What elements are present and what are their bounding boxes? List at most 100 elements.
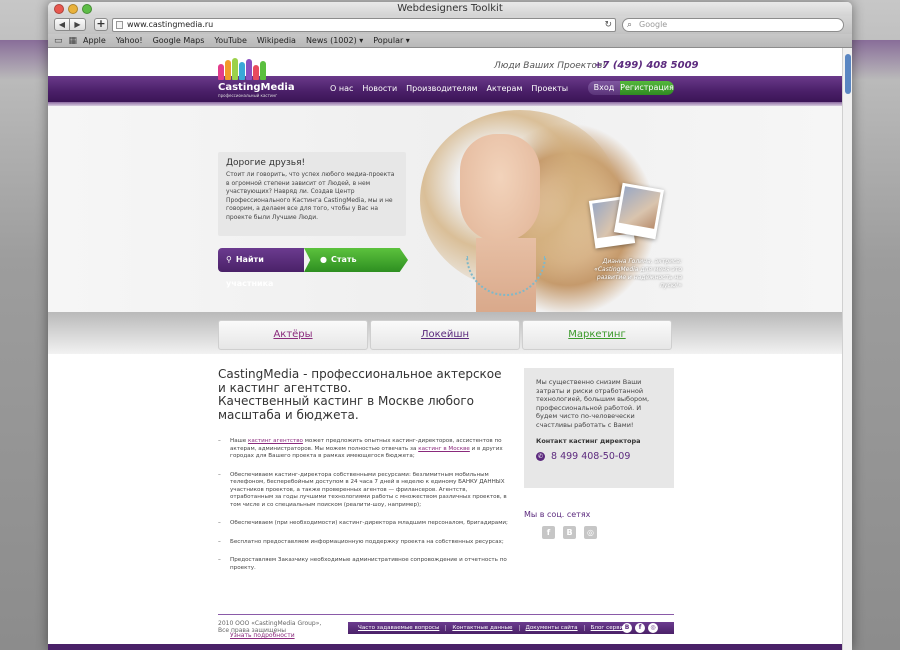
footer-social: B f ◎ — [622, 623, 658, 633]
footer-link-contacts[interactable]: Контактные данные — [446, 625, 520, 631]
tab-marketing-label: Маркетинг — [568, 329, 626, 340]
page-viewport: Люди Ваших Проектов! +7 (499) 408 5009 О… — [48, 48, 852, 650]
browser-toolbar: ◀ ▶ + www.castingmedia.ru ↻ ⌕ Google — [48, 16, 852, 34]
main-content: CastingMedia - профессиональное актерско… — [218, 367, 508, 583]
nav-item-actors[interactable]: Актерам — [486, 84, 522, 93]
bookmark-apple[interactable]: Apple — [83, 36, 106, 45]
logo-brand-text: CastingMedia — [218, 82, 295, 93]
footer-divider — [218, 614, 674, 615]
headline-line-2: Качественный кастинг в Москве любого мас… — [218, 394, 474, 422]
top-sites-grid-icon[interactable]: ▦ — [69, 36, 78, 46]
tab-location-label: Локейшн — [420, 329, 470, 340]
person-icon: ● — [320, 255, 327, 264]
logo-figures-icon — [218, 58, 282, 80]
nav-item-about[interactable]: О нас — [330, 84, 353, 93]
header-phone: +7 (499) 408 5009 — [594, 60, 699, 71]
vertical-scrollbar[interactable] — [842, 48, 852, 650]
reload-icon[interactable]: ↻ — [604, 19, 612, 31]
bookmark-youtube[interactable]: YouTube — [214, 36, 247, 45]
search-icon: ⚲ — [226, 255, 232, 264]
page-icon — [116, 21, 123, 29]
phone-icon: ✆ — [536, 452, 545, 461]
header-slogan: Люди Ваших Проектов! — [494, 61, 606, 71]
page-headline: CastingMedia - профессиональное актерско… — [218, 367, 508, 422]
nav-item-producers[interactable]: Производителям — [406, 84, 477, 93]
intro-title: Дорогие друзья! — [226, 158, 306, 168]
footer-link-documents[interactable]: Документы сайта — [520, 625, 585, 631]
main-nav: О нас Новости Производителям Актерам Про… — [330, 84, 568, 93]
title-bar: Webdesigners Toolkit — [48, 2, 852, 16]
search-placeholder: Google — [639, 20, 668, 29]
tab-marketing[interactable]: Маркетинг — [522, 320, 672, 350]
hero-caption: Дианна Голина, актриса: «CastingMedia дл… — [594, 258, 682, 289]
facebook-icon[interactable]: f — [635, 623, 645, 633]
sidebar-text: Мы существенно снизим Ваши затраты и рис… — [536, 378, 650, 429]
bookmarks-book-icon[interactable]: ▭ — [54, 36, 63, 46]
instagram-icon[interactable]: ◎ — [648, 623, 658, 633]
search-field[interactable]: ⌕ Google — [622, 18, 844, 32]
list-item: Предоставляем Заказчику необходимые адми… — [218, 557, 508, 572]
footer-link-faq[interactable]: Часто задаваемые вопросы — [352, 625, 447, 631]
list-item: Обеспечиваем (при необходимости) кастинг… — [218, 520, 508, 528]
address-text: www.castingmedia.ru — [127, 20, 214, 29]
contact-phone: ✆ 8 499 408-50-09 — [536, 451, 662, 462]
login-button[interactable]: Вход — [588, 81, 620, 95]
social-title: Мы в соц. сетях — [524, 510, 591, 519]
copyright-line-1: 2010 ООО «CastingMedia Group», — [218, 620, 322, 627]
info-sidebar: Мы существенно снизим Ваши затраты и рис… — [524, 368, 674, 488]
tab-actors-label: Актёры — [273, 329, 313, 340]
bookmark-popular[interactable]: Popular ▾ — [373, 36, 410, 45]
copyright-line-2: Все права защищены — [218, 627, 286, 634]
address-bar[interactable]: www.castingmedia.ru ↻ — [112, 18, 616, 32]
polaroid-photo — [613, 182, 665, 240]
bookmark-news[interactable]: News (1002) ▾ — [306, 36, 363, 45]
register-button[interactable]: Регистрация — [620, 81, 674, 95]
find-participant-button[interactable]: ⚲ Найти участника — [218, 248, 304, 288]
browser-window: Webdesigners Toolkit ◀ ▶ + www.castingme… — [48, 2, 852, 650]
bookmark-google-maps[interactable]: Google Maps — [153, 36, 205, 45]
nav-item-projects[interactable]: Проекты — [531, 84, 568, 93]
window-title: Webdesigners Toolkit — [397, 3, 503, 14]
list-item: Наше кастинг агентство может предложить … — [218, 438, 508, 461]
social-links: f B ◎ — [542, 526, 597, 539]
footer-band — [48, 644, 842, 650]
services-list: Наше кастинг агентство может предложить … — [218, 438, 508, 572]
contact-phone-number: 8 499 408-50-09 — [551, 451, 631, 462]
become-participant-label: Стать участником — [320, 255, 375, 288]
navigation-band: О нас Новости Производителям Актерам Про… — [48, 76, 842, 108]
site-logo[interactable]: CastingMedia профессиональный кастинг — [218, 58, 295, 102]
back-button[interactable]: ◀ — [54, 18, 70, 31]
tab-actors[interactable]: Актёры — [218, 320, 368, 350]
website: Люди Ваших Проектов! +7 (499) 408 5009 О… — [48, 48, 842, 650]
search-icon: ⌕ — [627, 20, 633, 30]
list-item: Обеспечиваем кастинг-директора собственн… — [218, 472, 508, 510]
vkontakte-icon[interactable]: B — [622, 623, 632, 633]
agency-link[interactable]: кастинг агентство — [248, 438, 303, 444]
intro-box: Дорогие друзья! Стоит ли говорить, что у… — [218, 152, 406, 236]
bookmarks-bar: ▭ ▦ Apple Yahoo! Google Maps YouTube Wik… — [48, 34, 852, 48]
bookmark-yahoo[interactable]: Yahoo! — [116, 36, 143, 45]
bullet-text: Наше — [230, 438, 248, 444]
copyright: 2010 ООО «CastingMedia Group», Все права… — [218, 620, 321, 634]
vkontakte-icon[interactable]: B — [563, 526, 576, 539]
tab-location[interactable]: Локейшн — [370, 320, 520, 350]
add-bookmark-button[interactable]: + — [94, 18, 108, 31]
scrollbar-thumb[interactable] — [845, 54, 851, 94]
contact-label: Контакт кастинг директора — [536, 437, 641, 445]
instagram-icon[interactable]: ◎ — [584, 526, 597, 539]
headline-line-1: CastingMedia - профессиональное актерско… — [218, 367, 502, 395]
intro-text: Стоит ли говорить, что успех любого меди… — [226, 171, 395, 221]
site-header: Люди Ваших Проектов! +7 (499) 408 5009 О… — [48, 48, 842, 108]
find-participant-label: Найти участника — [226, 255, 274, 288]
hero-photo-face — [460, 134, 540, 242]
nav-item-news[interactable]: Новости — [362, 84, 397, 93]
casting-moscow-link[interactable]: кастинг в Москве — [418, 446, 470, 452]
bookmark-wikipedia[interactable]: Wikipedia — [257, 36, 296, 45]
become-participant-button[interactable]: ● Стать участником — [304, 248, 408, 272]
forward-button[interactable]: ▶ — [70, 18, 86, 31]
facebook-icon[interactable]: f — [542, 526, 555, 539]
category-tabs: Актёры Локейшн Маркетинг — [48, 312, 842, 354]
logo-tagline: профессиональный кастинг — [218, 93, 278, 98]
list-item: Бесплатно предоставляем информационную п… — [218, 539, 508, 547]
history-buttons: ◀ ▶ — [54, 18, 86, 31]
